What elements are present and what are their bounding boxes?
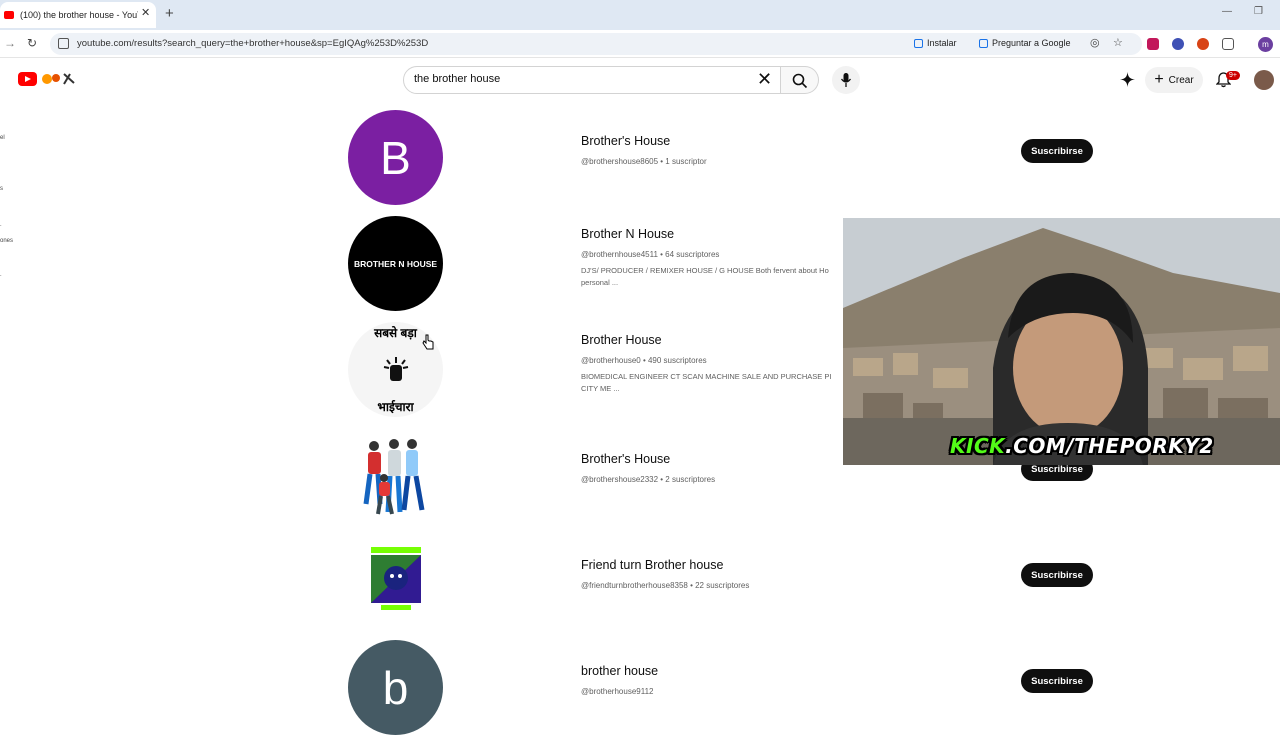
gemini-sparkle-icon[interactable]: [1120, 72, 1135, 87]
dancing-people-illustration: [363, 438, 424, 514]
sidebar-fragment: ones: [0, 238, 14, 244]
bookmark-star-icon[interactable]: ☆: [1113, 36, 1123, 49]
install-button[interactable]: Instalar: [914, 38, 957, 48]
reload-icon[interactable]: ↻: [27, 36, 37, 50]
extension-icon[interactable]: [1197, 38, 1209, 50]
channel-avatar[interactable]: BROTHER N HOUSE: [348, 216, 443, 311]
channel-name[interactable]: brother house: [581, 664, 658, 678]
user-avatar[interactable]: [1254, 70, 1274, 90]
hide-icon[interactable]: ◎: [1090, 36, 1100, 49]
ask-google-button[interactable]: Preguntar a Google: [979, 38, 1071, 48]
search-box[interactable]: [403, 66, 781, 94]
subscribe-button[interactable]: Suscribirse: [1021, 563, 1093, 587]
voice-search-button[interactable]: [832, 66, 860, 94]
search-input[interactable]: [414, 73, 744, 85]
browser-tab[interactable]: (100) the brother house - YouTube: [0, 2, 156, 28]
channel-avatar[interactable]: [348, 428, 443, 523]
friend-turn-brother-logo: [370, 546, 421, 610]
maximize-icon[interactable]: ❐: [1254, 6, 1263, 17]
channel-name[interactable]: Friend turn Brother house: [581, 558, 723, 572]
channel-meta: @brothernhouse4511 • 64 suscriptores: [581, 250, 720, 259]
channel-avatar[interactable]: B: [348, 110, 443, 205]
channel-name[interactable]: Brother N House: [581, 227, 674, 241]
webcam-overlay: [843, 218, 1280, 465]
subscribe-button[interactable]: Suscribirse: [1021, 139, 1093, 163]
channel-description: DJ'S/ PRODUCER / REMIXER HOUSE / G HOUSE…: [581, 266, 829, 287]
microphone-icon: [840, 73, 852, 87]
channel-meta: @brotherhouse9112: [581, 687, 654, 696]
address-bar-row: → ↻ youtube.com/results?search_query=the…: [0, 30, 1280, 58]
youtube-favicon-icon: [4, 11, 14, 19]
minimize-icon[interactable]: —: [1222, 6, 1232, 17]
channel-avatar[interactable]: b: [348, 640, 443, 735]
tab-close-icon[interactable]: ✕: [141, 6, 150, 19]
url-text: youtube.com/results?search_query=the+bro…: [77, 38, 429, 49]
channel-name[interactable]: Brother's House: [581, 134, 670, 148]
plus-icon: +: [1154, 71, 1164, 88]
browser-tab-bar: (100) the brother house - YouTube ✕ + — …: [0, 0, 1280, 30]
browser-profile-avatar[interactable]: m: [1258, 37, 1273, 52]
kick-channel-watermark: KICK.COM/THEPORKY2: [950, 434, 1214, 458]
webcam-scene: [843, 218, 1280, 465]
omnibox[interactable]: youtube.com/results?search_query=the+bro…: [50, 33, 1142, 55]
extensions-puzzle-icon[interactable]: [1222, 38, 1234, 50]
sidebar-fragment: el: [0, 135, 5, 141]
channel-meta: @brothershouse8605 • 1 suscriptor: [581, 157, 707, 166]
install-icon: [914, 38, 923, 48]
youtube-doodle-icon[interactable]: [40, 71, 78, 87]
extension-icon[interactable]: [1147, 38, 1159, 50]
hand-cursor-icon: [422, 334, 434, 350]
channel-meta: @brothershouse2332 • 2 suscriptores: [581, 475, 716, 484]
forward-icon[interactable]: →: [4, 36, 16, 50]
channel-name[interactable]: Brother House: [581, 333, 662, 347]
clear-search-icon[interactable]: ✕: [757, 70, 772, 88]
channel-description: BIOMEDICAL ENGINEER CT SCAN MACHINE SALE…: [581, 372, 832, 393]
sidebar-fragment: .: [0, 222, 2, 228]
youtube-logo-icon[interactable]: [18, 72, 37, 86]
sidebar-fragment: s: [0, 186, 3, 192]
search-icon: [792, 73, 808, 89]
new-tab-icon[interactable]: +: [165, 5, 174, 22]
extension-icon[interactable]: [1172, 38, 1184, 50]
raised-fist-icon: [383, 356, 408, 381]
channel-name[interactable]: Brother's House: [581, 452, 670, 466]
channel-avatar[interactable]: [348, 532, 443, 627]
create-button[interactable]: + Crear: [1145, 67, 1203, 93]
tab-title: (100) the brother house - YouTube: [20, 10, 138, 20]
search-button[interactable]: [781, 66, 819, 94]
subscribe-button[interactable]: Suscribirse: [1021, 669, 1093, 693]
channel-meta: @friendturnbrotherhouse8358 • 22 suscrip…: [581, 581, 750, 590]
site-info-icon[interactable]: [58, 38, 69, 49]
sidebar-fragment: .: [0, 272, 2, 278]
notification-count-badge: 9+: [1226, 71, 1240, 80]
channel-meta: @brotherhouse0 • 490 suscriptores: [581, 356, 707, 365]
lens-icon: [979, 38, 988, 48]
